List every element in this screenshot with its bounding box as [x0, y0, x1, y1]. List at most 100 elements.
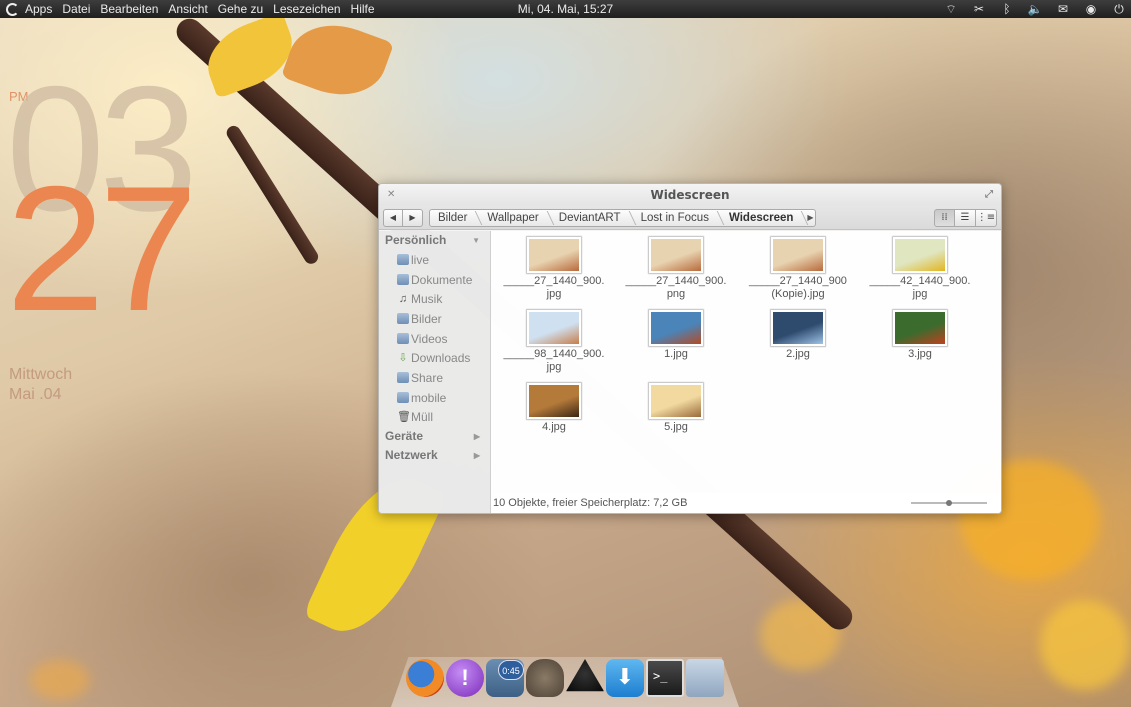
gamepad-icon[interactable]: ◉ [1083, 0, 1099, 18]
menu-apps[interactable]: Apps [20, 0, 57, 18]
apps-logo-icon[interactable] [6, 2, 19, 16]
file-item[interactable]: _____27_1440_900. png [615, 237, 737, 301]
file-item[interactable]: _____27_1440_900. jpg [493, 237, 615, 301]
image-thumbnail [527, 237, 581, 273]
volume-icon[interactable]: 🔈 [1027, 0, 1043, 18]
sidebar-item-label: Bilder [411, 311, 442, 326]
sidebar-header-personal[interactable]: Persönlich ▼ [379, 231, 490, 250]
sidebar-item-videos[interactable]: Videos [379, 329, 490, 349]
menu-datei[interactable]: Datei [57, 0, 95, 18]
list-view-button[interactable]: ☰ [955, 208, 976, 227]
terminal-icon[interactable]: >_ [646, 659, 684, 697]
file-name: 3.jpg [908, 348, 932, 360]
terminal-prompt: >_ [653, 669, 668, 683]
forward-button[interactable]: ▶ [403, 208, 423, 227]
expand-arrow-icon[interactable]: ▶ [474, 427, 480, 446]
breadcrumb-item[interactable]: DeviantART [551, 210, 633, 226]
file-manager-window: ✕ Widescreen ⤢ ◀ ▶ Bilder Wallpaper Devi… [378, 183, 1002, 514]
sidebar-header-label: Geräte [385, 429, 424, 444]
sidebar-item-muell[interactable]: 🗑 Müll [379, 408, 490, 428]
breadcrumb-item-current[interactable]: Widescreen [721, 210, 805, 226]
sidebar-item-label: Videos [411, 331, 448, 346]
file-item[interactable]: 2.jpg [737, 310, 859, 361]
wallpaper-leaf [197, 11, 303, 99]
menu-hilfe[interactable]: Hilfe [346, 0, 380, 18]
file-item[interactable]: _____98_1440_900. jpg [493, 310, 615, 374]
sidebar-header-devices[interactable]: Geräte ▶ [379, 427, 490, 446]
share-folder-icon [397, 372, 409, 384]
videos-folder-icon [397, 333, 409, 345]
mail-icon[interactable]: ✉ [1055, 0, 1071, 18]
menu-gehe-zu[interactable]: Gehe zu [213, 0, 268, 18]
expand-arrow-icon[interactable]: ▶ [474, 446, 480, 465]
wifi-icon[interactable]: ⌔ [943, 0, 959, 18]
image-thumbnail [527, 310, 581, 346]
pictures-folder-icon [397, 313, 409, 325]
global-menu: Apps Datei Bearbeiten Ansicht Gehe zu Le… [0, 0, 380, 18]
zoom-slider[interactable] [911, 500, 987, 506]
collapse-arrow-icon[interactable]: ▼ [472, 231, 480, 250]
sidebar-item-label: Müll [411, 410, 434, 425]
sidebar-item-musik[interactable]: ♫ Musik [379, 289, 490, 309]
mobile-folder-icon [397, 392, 409, 404]
documents-folder-icon [397, 274, 409, 286]
file-name: 5.jpg [664, 421, 688, 433]
image-thumbnail [649, 237, 703, 273]
file-item[interactable]: 3.jpg [859, 310, 981, 361]
download-icon[interactable]: ⬇ [606, 659, 644, 697]
sidebar-header-network[interactable]: Netzwerk ▶ [379, 446, 490, 465]
sidebar-header-label: Netzwerk [385, 448, 438, 463]
notification-icon[interactable]: ! [446, 659, 484, 697]
file-item[interactable]: 1.jpg [615, 310, 737, 361]
file-item[interactable]: _____42_1440_900. jpg [859, 237, 981, 301]
sidebar-item-label: Downloads [411, 351, 471, 366]
image-thumbnail [527, 383, 581, 419]
bluetooth-icon[interactable]: ᛒ [999, 0, 1015, 18]
sidebar-item-mobile[interactable]: mobile [379, 388, 490, 408]
scissors-icon[interactable]: ✂ [971, 0, 987, 18]
trash-icon: 🗑 [397, 410, 411, 423]
image-thumbnail [649, 310, 703, 346]
clock-minute: 27 [6, 149, 198, 348]
maximize-icon[interactable]: ⤢ [985, 184, 993, 206]
image-thumbnail [893, 237, 947, 273]
sidebar-item-dokumente[interactable]: Dokumente [379, 270, 490, 290]
file-item[interactable]: 4.jpg [493, 383, 615, 434]
window-titlebar[interactable]: ✕ Widescreen ⤢ [379, 184, 1001, 206]
sidebar-item-downloads[interactable]: ⇩ Downloads [379, 348, 490, 368]
back-button[interactable]: ◀ [383, 208, 403, 227]
firefox-icon[interactable] [406, 659, 444, 697]
image-thumbnail [771, 237, 825, 273]
image-thumbnail [893, 310, 947, 346]
menu-lesezeichen[interactable]: Lesezeichen [268, 0, 345, 18]
power-icon[interactable]: ⏻ [1111, 0, 1127, 18]
folder-icon[interactable] [686, 659, 724, 697]
file-name: _____27_1440_900. png [625, 275, 727, 300]
sidebar-item-live[interactable]: live [379, 250, 490, 270]
clock-date: Mai .04 [9, 386, 62, 403]
breadcrumb-item[interactable]: Lost in Focus [633, 210, 721, 226]
gimp-icon[interactable] [526, 659, 564, 697]
zoom-slider-handle[interactable] [946, 500, 952, 506]
sidebar-item-share[interactable]: Share [379, 368, 490, 388]
image-thumbnail [649, 383, 703, 419]
file-item[interactable]: 5.jpg [615, 383, 737, 434]
icon-view-button[interactable]: ⁞⁞ [934, 208, 955, 227]
breadcrumb-item[interactable]: Bilder [430, 210, 479, 226]
compact-view-button[interactable]: ⋮≡ [976, 208, 997, 227]
breadcrumb: Bilder Wallpaper DeviantART Lost in Focu… [429, 208, 817, 227]
file-name: 2.jpg [786, 348, 810, 360]
menu-bearbeiten[interactable]: Bearbeiten [95, 0, 163, 18]
menu-ansicht[interactable]: Ansicht [163, 0, 212, 18]
sidebar-item-label: Dokumente [411, 272, 473, 287]
file-name: _____27_1440_900 (Kopie).jpg [749, 275, 847, 300]
close-icon[interactable]: ✕ [387, 184, 395, 206]
notification-glyph: ! [461, 665, 469, 690]
places-sidebar: Persönlich ▼ live Dokumente ♫ Musik Bilde… [379, 231, 491, 513]
panel-clock[interactable]: Mi, 04. Mai, 15:27 [518, 2, 613, 16]
sidebar-item-bilder[interactable]: Bilder [379, 309, 490, 329]
view-switcher: ⁞⁞ ☰ ⋮≡ [934, 208, 997, 227]
breadcrumb-item[interactable]: Wallpaper [479, 210, 550, 226]
clock-weekday: Mittwoch [9, 366, 73, 383]
file-item[interactable]: _____27_1440_900 (Kopie).jpg [737, 237, 859, 301]
